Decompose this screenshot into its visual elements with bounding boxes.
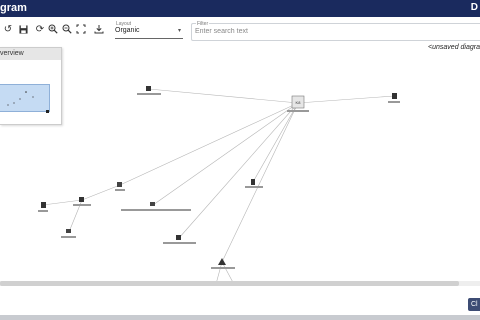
graph-edge	[221, 102, 299, 263]
overview-panel: verview	[0, 47, 62, 125]
window-title: gram	[0, 2, 27, 14]
overview-viewport[interactable]	[0, 84, 50, 112]
graph-edge	[178, 102, 299, 239]
graph-edge	[148, 88, 299, 104]
filter-label: Filter	[196, 21, 210, 27]
graph-node[interactable]: K8	[287, 95, 309, 112]
toolbar: ↺ ⟳ Layout Organic ▾ Filter	[0, 17, 480, 43]
unsaved-status: <unsaved diagra	[428, 44, 480, 51]
bottom-band	[0, 315, 480, 320]
layout-select-value: Organic	[115, 27, 140, 34]
graph-node[interactable]	[163, 235, 196, 244]
graph-node[interactable]	[73, 197, 91, 206]
graph-edge	[297, 95, 395, 104]
graph-edge	[152, 102, 299, 206]
overview-resize-handle[interactable]	[46, 110, 49, 113]
fit-to-screen-icon[interactable]	[75, 23, 87, 35]
caret-down-icon: ▾	[177, 28, 181, 34]
title-bar-corner-label[interactable]: D	[471, 2, 478, 13]
graph-edge	[252, 102, 299, 183]
close-button[interactable]: Cl	[468, 298, 480, 311]
zoom-out-icon[interactable]	[61, 23, 73, 35]
graph-node[interactable]	[121, 202, 191, 211]
scrollbar-thumb[interactable]	[0, 281, 459, 286]
graph-node[interactable]	[38, 202, 48, 212]
diagram-graph[interactable]: K8	[0, 43, 480, 281]
overview-title: verview	[0, 48, 61, 60]
diagram-dialog: ↺ ⟳ Layout Organic ▾ Filter Enter search…	[0, 17, 480, 315]
download-icon[interactable]	[93, 23, 105, 35]
svg-text:K8: K8	[296, 100, 302, 105]
graph-edge	[119, 102, 299, 186]
graph-edges	[42, 88, 395, 281]
refresh-icon[interactable]: ⟳	[34, 23, 46, 35]
title-bar: gram D	[0, 0, 480, 17]
graph-edge	[81, 184, 121, 201]
undo-icon[interactable]: ↺	[2, 23, 14, 35]
graph-node[interactable]	[137, 86, 161, 95]
save-icon[interactable]	[17, 23, 29, 35]
filter-input[interactable]	[195, 28, 465, 35]
filter-field[interactable]: Filter	[191, 21, 480, 41]
graph-node[interactable]	[388, 93, 400, 103]
zoom-in-icon[interactable]	[47, 23, 59, 35]
layout-select[interactable]: Organic ▾	[115, 27, 183, 39]
diagram-canvas[interactable]: K8 <unsaved diagra verview	[0, 43, 480, 281]
overview-minimap	[7, 91, 34, 106]
horizontal-scrollbar[interactable]	[0, 281, 480, 286]
graph-node[interactable]	[245, 179, 263, 188]
graph-node[interactable]	[61, 229, 76, 238]
